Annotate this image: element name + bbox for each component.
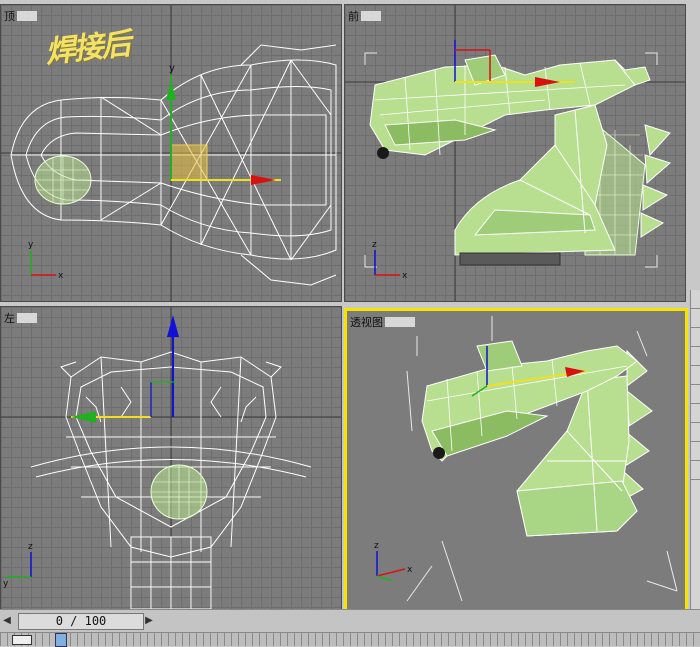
top-gizmo-y-label: y bbox=[169, 63, 175, 74]
left-axis-y-label: y bbox=[3, 579, 9, 589]
viewport-front-label[interactable]: 前 bbox=[348, 8, 381, 24]
viewport-left[interactable]: 左 z y bbox=[0, 306, 342, 610]
top-axis-x-label: x bbox=[58, 271, 64, 281]
viewport-top-label[interactable]: 顶 bbox=[4, 8, 37, 24]
track-bar-toggle-icon[interactable] bbox=[12, 635, 32, 645]
perspective-view-model: z x bbox=[374, 316, 678, 602]
time-slider-bar: ◀ 0 / 100 ▶ bbox=[0, 609, 700, 632]
left-axis-z-label: z bbox=[28, 542, 33, 552]
weld-after-annotation: 焊接后 bbox=[43, 26, 131, 71]
top-axis-y-label: y bbox=[28, 240, 34, 250]
front-view-model: z x bbox=[345, 5, 685, 301]
persp-axis-z-label: z bbox=[374, 541, 379, 551]
time-prev-arrow-icon[interactable]: ◀ bbox=[2, 614, 12, 628]
command-panel-edge[interactable] bbox=[690, 290, 700, 610]
track-bar[interactable] bbox=[0, 632, 700, 647]
front-axis-z-label: z bbox=[372, 240, 377, 250]
front-axis-x-label: x bbox=[402, 271, 408, 281]
time-slider[interactable]: 0 / 100 bbox=[18, 613, 144, 630]
viewport-front[interactable]: 前 z x bbox=[344, 4, 686, 302]
viewport-top[interactable]: 顶 焊接后 y y x bbox=[0, 4, 342, 302]
time-next-arrow-icon[interactable]: ▶ bbox=[144, 614, 154, 628]
persp-axis-x-label: x bbox=[407, 565, 413, 575]
viewport-perspective[interactable]: 透视图 z x bbox=[344, 308, 688, 612]
left-view-wireframe: z y bbox=[1, 307, 341, 609]
viewport-perspective-label[interactable]: 透视图 bbox=[350, 314, 415, 330]
viewport-left-label[interactable]: 左 bbox=[4, 310, 37, 326]
